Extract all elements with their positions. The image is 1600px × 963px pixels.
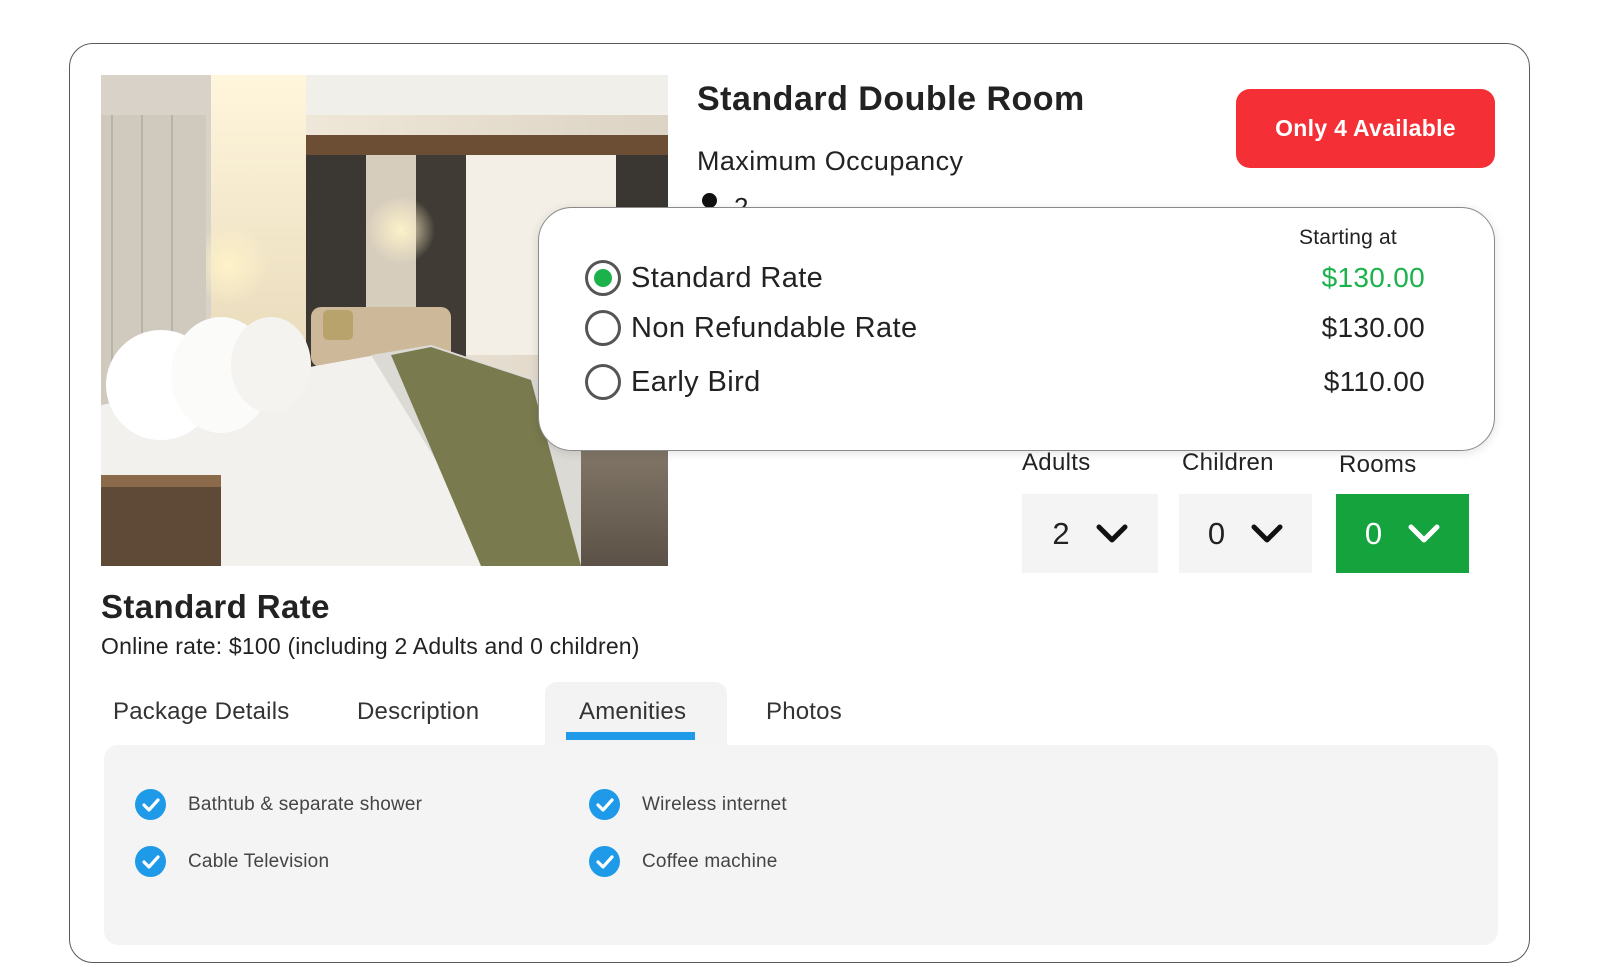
chevron-down-icon [1096, 524, 1128, 542]
online-rate-text: Online rate: $100 (including 2 Adults an… [101, 633, 640, 659]
max-occupancy-label: Maximum Occupancy [697, 146, 964, 176]
check-circle-icon [589, 789, 620, 820]
adults-select[interactable]: 2 [1022, 494, 1158, 573]
radio-unselected-icon[interactable] [585, 364, 621, 400]
amenity-label: Coffee machine [642, 850, 778, 872]
amenities-panel [104, 745, 1498, 945]
tab-package-details[interactable]: Package Details [113, 698, 289, 726]
active-tab-underline [566, 732, 695, 740]
check-circle-icon [589, 846, 620, 877]
adults-value: 2 [1052, 515, 1070, 551]
chevron-down-icon [1251, 524, 1283, 542]
selected-rate-heading: Standard Rate [101, 588, 330, 625]
rate-option-price: $130.00 [1321, 312, 1425, 343]
amenity-label: Wireless internet [642, 793, 787, 815]
radio-unselected-icon[interactable] [585, 310, 621, 346]
amenity-item: Wireless internet [589, 789, 787, 820]
rate-option-price: $110.00 [1323, 366, 1425, 397]
room-title: Standard Double Room [697, 80, 1085, 118]
children-select[interactable]: 0 [1179, 494, 1312, 573]
radio-selected-icon[interactable] [585, 260, 621, 296]
rate-option-name: Early Bird [631, 365, 761, 398]
rate-option-early-bird[interactable]: Early Bird $110.00 [585, 362, 1425, 402]
tab-amenities[interactable]: Amenities [579, 698, 686, 726]
tab-description[interactable]: Description [357, 698, 479, 726]
occupancy-bullet [702, 193, 717, 208]
amenity-item: Coffee machine [589, 846, 778, 877]
rate-option-price: $130.00 [1321, 262, 1425, 293]
rate-options-popup: Starting at Standard Rate $130.00 Non Re… [538, 207, 1495, 451]
check-circle-icon [135, 789, 166, 820]
amenity-item: Bathtub & separate shower [135, 789, 422, 820]
rooms-label: Rooms [1339, 451, 1417, 478]
rooms-select[interactable]: 0 [1336, 494, 1469, 573]
children-value: 0 [1207, 515, 1226, 551]
amenity-item: Cable Television [135, 846, 329, 877]
chevron-down-icon [1408, 524, 1440, 542]
starting-at-label: Starting at [1299, 226, 1397, 249]
rate-option-standard[interactable]: Standard Rate $130.00 [585, 258, 1425, 298]
amenity-label: Bathtub & separate shower [188, 793, 423, 815]
rate-option-name: Non Refundable Rate [631, 311, 918, 344]
adults-label: Adults [1022, 449, 1091, 476]
amenity-label: Cable Television [188, 850, 330, 872]
check-circle-icon [135, 846, 166, 877]
availability-badge[interactable]: Only 4 Available [1236, 89, 1495, 168]
rate-option-name: Standard Rate [631, 261, 824, 294]
rooms-value: 0 [1364, 515, 1383, 551]
tab-photos[interactable]: Photos [766, 698, 842, 726]
children-label: Children [1182, 449, 1274, 476]
rate-option-non-refundable[interactable]: Non Refundable Rate $130.00 [585, 308, 1425, 348]
max-occupancy-value: 2 [734, 192, 749, 207]
